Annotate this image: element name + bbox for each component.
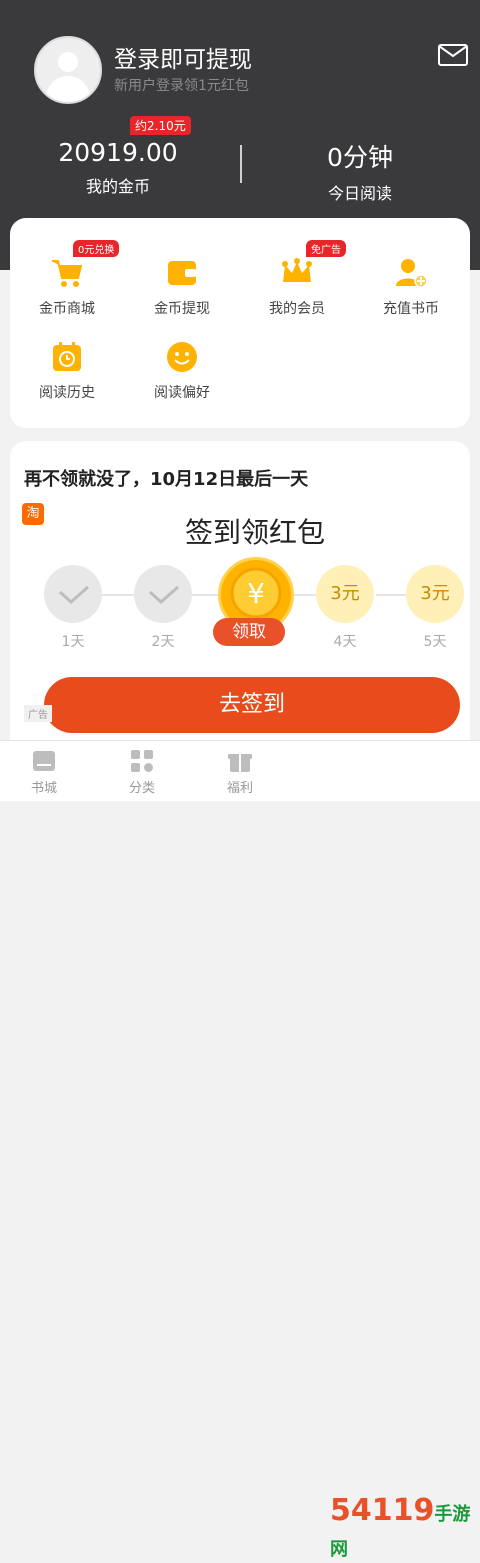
tab-category[interactable]: 分类 bbox=[102, 747, 182, 796]
svg-text:¥: ¥ bbox=[247, 577, 265, 610]
check-icon bbox=[58, 585, 89, 605]
history-icon bbox=[53, 342, 81, 371]
stats-row: 约2.10元 20919.00 我的金币 0分钟 今日阅读 bbox=[0, 115, 480, 205]
menu-label: 阅读偏好 bbox=[154, 385, 210, 401]
crown-icon bbox=[282, 258, 312, 282]
site-watermark: 54119手游网 bbox=[330, 1493, 480, 1563]
login-subtitle: 新用户登录领1元红包 bbox=[114, 78, 249, 94]
menu-label: 我的会员 bbox=[269, 301, 325, 317]
day-label: 1天 bbox=[61, 634, 85, 650]
menu-label: 阅读历史 bbox=[39, 385, 95, 401]
day-label: 2天 bbox=[151, 634, 175, 650]
today-reading[interactable]: 0分钟 今日阅读 bbox=[290, 138, 430, 204]
signin-card: 再不领就没了，10月12日最后一天 淘 签到领红包 1天 2天 ¥ 领取 3元 … bbox=[10, 441, 470, 761]
claim-button[interactable]: 领取 bbox=[213, 618, 285, 646]
menu-item-coin-withdraw[interactable]: 金币提现 bbox=[127, 256, 237, 318]
stats-divider bbox=[240, 145, 242, 183]
bottom-tab-bar: 书城 分类 福利 54119手游网 bbox=[0, 740, 480, 1560]
signin-day-2: 2天 bbox=[134, 565, 192, 651]
my-coins[interactable]: 20919.00 我的金币 bbox=[48, 138, 188, 197]
feature-menu-card: 金币商城 0元兑换 金币提现 我的会员 免广告 充值书币 阅读历史 阅读偏好 bbox=[10, 218, 470, 428]
category-icon bbox=[131, 750, 153, 772]
menu-item-reading-preference[interactable]: 阅读偏好 bbox=[127, 340, 237, 402]
gift-icon bbox=[228, 754, 252, 772]
signin-day-4: 3元 4天 bbox=[316, 565, 374, 651]
tab-label: 福利 bbox=[226, 781, 253, 796]
menu-item-membership[interactable]: 我的会员 bbox=[242, 256, 352, 318]
tab-label: 分类 bbox=[128, 781, 155, 796]
menu-item-recharge[interactable]: 充值书币 bbox=[356, 256, 466, 318]
menu-item-reading-history[interactable]: 阅读历史 bbox=[12, 340, 122, 402]
check-icon bbox=[148, 585, 179, 605]
reading-value: 0分钟 bbox=[327, 143, 393, 172]
signin-day-5: 3元 5天 bbox=[406, 565, 464, 651]
reward-amount: 3元 bbox=[316, 565, 374, 623]
signin-day-3-today[interactable]: ¥ 领取 bbox=[213, 557, 294, 646]
zero-exchange-badge: 0元兑换 bbox=[73, 240, 120, 257]
menu-item-coin-mall[interactable]: 金币商城 bbox=[12, 256, 122, 318]
tab-welfare[interactable]: 福利 bbox=[200, 747, 280, 796]
menu-label: 金币提现 bbox=[154, 301, 210, 317]
menu-label: 充值书币 bbox=[383, 301, 439, 317]
mail-icon[interactable] bbox=[438, 44, 468, 66]
no-ads-badge: 免广告 bbox=[306, 240, 346, 257]
coins-value-badge: 约2.10元 bbox=[130, 116, 191, 135]
wallet-icon bbox=[168, 261, 196, 285]
cart-icon bbox=[52, 260, 83, 287]
day-label: 5天 bbox=[423, 634, 447, 650]
coins-label: 我的金币 bbox=[85, 177, 150, 196]
signin-title: 签到领红包 bbox=[184, 516, 325, 549]
tab-label: 书城 bbox=[30, 781, 57, 796]
ad-label: 广告 bbox=[24, 705, 52, 722]
tab-bookstore[interactable]: 书城 bbox=[4, 747, 84, 796]
coins-value: 20919.00 bbox=[58, 138, 178, 167]
day-connector bbox=[292, 594, 316, 596]
reading-label: 今日阅读 bbox=[327, 184, 392, 203]
avatar[interactable] bbox=[34, 36, 102, 104]
signin-deadline-notice: 再不领就没了，10月12日最后一天 bbox=[24, 469, 309, 490]
signin-day-1: 1天 bbox=[44, 565, 102, 651]
day-connector bbox=[102, 594, 136, 596]
day-label: 4天 bbox=[333, 634, 357, 650]
menu-label: 金币商城 bbox=[39, 301, 95, 317]
go-signin-button[interactable]: 去签到 bbox=[44, 677, 460, 733]
login-title[interactable]: 登录即可提现 bbox=[114, 40, 252, 74]
user-add-icon bbox=[396, 259, 428, 288]
watermark-main: 54119 bbox=[330, 1493, 435, 1528]
reward-amount: 3元 bbox=[406, 565, 464, 623]
smile-icon bbox=[167, 342, 197, 372]
day-connector bbox=[376, 594, 406, 596]
bookstore-icon bbox=[33, 751, 55, 771]
